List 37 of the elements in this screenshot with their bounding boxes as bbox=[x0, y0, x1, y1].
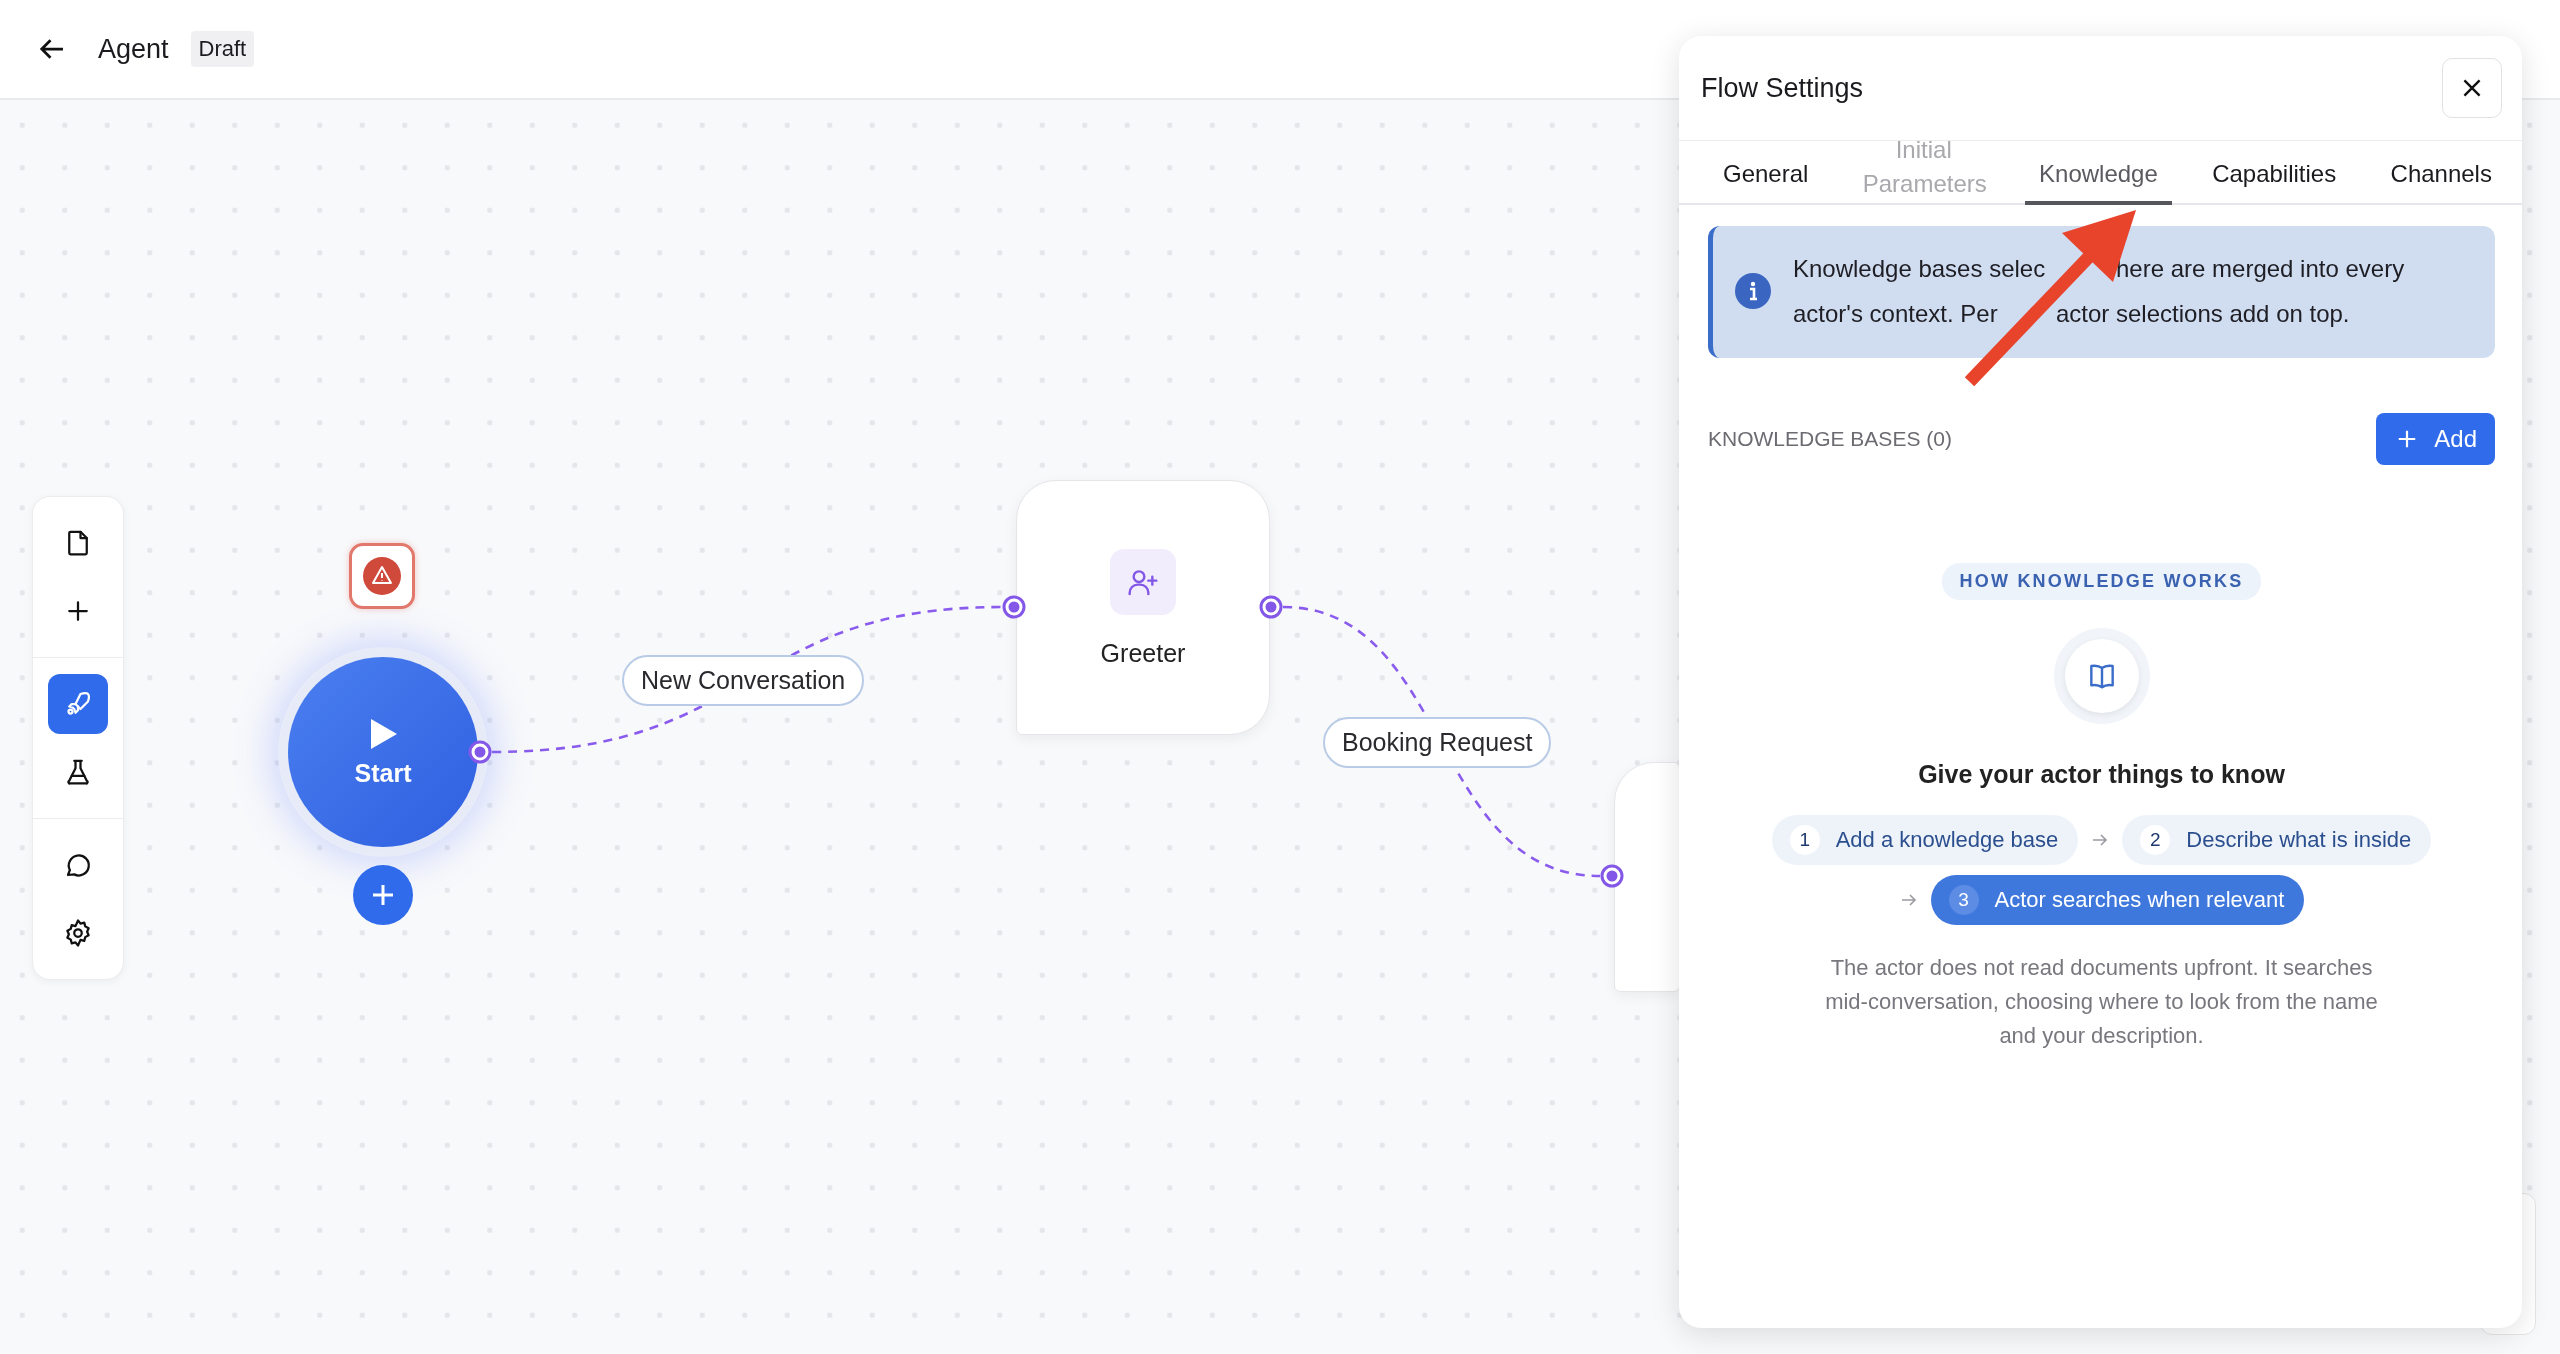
guide-heading: Give your actor things to know bbox=[1918, 760, 2285, 789]
step-number: 3 bbox=[1948, 885, 1979, 915]
step-number: 1 bbox=[1789, 825, 1820, 855]
node-label: Greeter bbox=[1100, 639, 1186, 668]
page-title: Agent bbox=[98, 33, 169, 65]
tab[interactable]: Knowledge bbox=[2025, 157, 2172, 205]
guide-note: The actor does not read documents upfront. It searches mid-conversation, choosing where to look from the name and your description. bbox=[1824, 954, 2379, 1050]
warning-badge[interactable] bbox=[349, 543, 415, 609]
add-button[interactable]: Add bbox=[2376, 413, 2495, 465]
status-badge: Draft bbox=[190, 31, 255, 67]
connection-port[interactable] bbox=[1002, 595, 1026, 619]
tab[interactable]: Capabilities bbox=[2198, 157, 2351, 205]
connection-port[interactable] bbox=[468, 740, 492, 764]
edge-label[interactable]: New Conversation bbox=[622, 655, 865, 706]
tab[interactable]: Channels bbox=[2376, 157, 2506, 205]
step-label: Add a knowledge base bbox=[1835, 827, 2059, 853]
section-title: KNOWLEDGE BASES (0) bbox=[1708, 427, 1952, 451]
info-text: actor selections add on top. bbox=[2056, 299, 2350, 329]
info-text: Knowledge bases selec bbox=[1793, 254, 2046, 284]
step-number: 2 bbox=[2140, 825, 2171, 855]
info-text: here are merged into every bbox=[2116, 254, 2405, 284]
edge-label[interactable]: Booking Request bbox=[1323, 717, 1552, 768]
step-label: Actor searches when relevant bbox=[1994, 887, 2285, 913]
add-node-button[interactable] bbox=[353, 865, 413, 925]
flow-node[interactable] bbox=[1614, 762, 1680, 992]
guide-badge: HOW KNOWLEDGE WORKS bbox=[1941, 563, 2262, 600]
info-text: actor's context. Per bbox=[1793, 299, 1998, 329]
close-button[interactable] bbox=[2442, 58, 2502, 118]
rocket-button[interactable] bbox=[48, 674, 108, 734]
step-label: Describe what is inside bbox=[2186, 827, 2412, 853]
connection-port[interactable] bbox=[1259, 595, 1283, 619]
info-icon bbox=[1735, 273, 1771, 309]
connection-port[interactable] bbox=[1600, 864, 1624, 888]
tab[interactable]: General bbox=[1709, 157, 1823, 205]
settings-icon bbox=[63, 918, 93, 948]
flow-node[interactable]: Greeter bbox=[1016, 480, 1270, 735]
panel-title: Flow Settings bbox=[1701, 72, 1864, 104]
